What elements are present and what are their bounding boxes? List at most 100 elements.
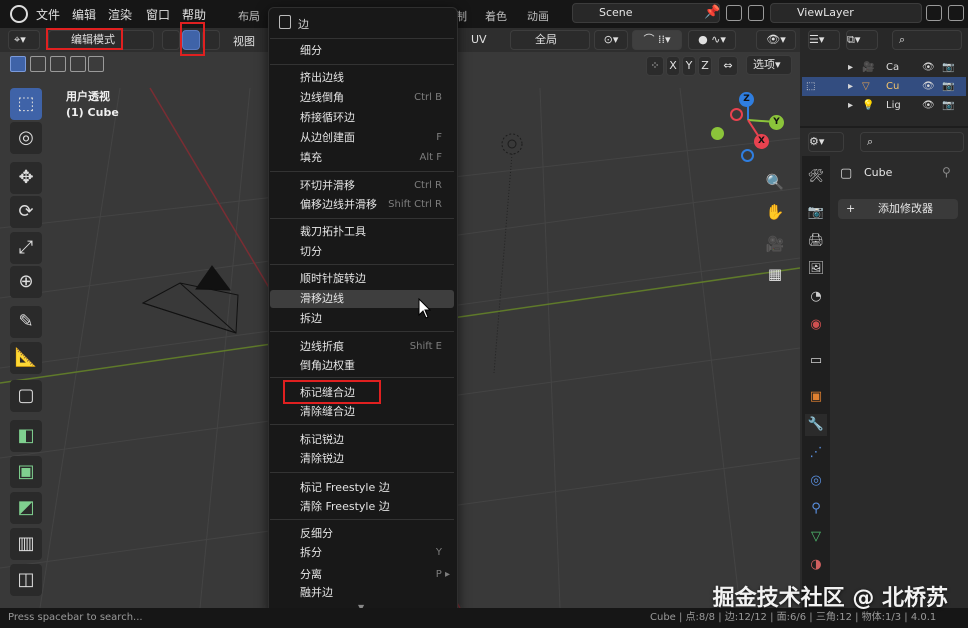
delete-scene-icon[interactable] [748, 5, 764, 21]
gizmo-y-axis[interactable]: Y [769, 115, 784, 130]
menu-file[interactable]: 文件 [36, 6, 60, 23]
outliner-item-camera[interactable]: ▸ 🎥 Ca 👁 📷 [802, 58, 966, 77]
pin-icon[interactable]: 📌 [704, 5, 720, 20]
menu-item-clear-sharp[interactable]: 清除锐边 [270, 450, 454, 468]
menu-item-bevel-weight[interactable]: 倒角边权重 [270, 357, 454, 375]
select-box-tool[interactable]: ⬚ [10, 88, 42, 120]
menu-item-new-face-from-edges[interactable]: 从边创建面 F [270, 129, 454, 147]
transform-tool[interactable]: ⊕ [10, 266, 42, 298]
add-cube-tool[interactable]: ▢ [10, 380, 42, 412]
knife-tool[interactable]: ◫ [10, 564, 42, 596]
output-tab-icon[interactable]: 🖨 [805, 230, 827, 252]
scene-selector[interactable]: Scene [572, 3, 720, 23]
gizmo-neg-x-axis[interactable] [730, 108, 743, 121]
loop-cut-tool[interactable]: ▥ [10, 528, 42, 560]
outliner-item-light[interactable]: ▸ 💡 Lig 👁 📷 [802, 96, 966, 115]
camera-view-icon[interactable]: 🎥 [763, 232, 787, 256]
menu-window[interactable]: 窗口 [146, 6, 170, 23]
properties-pin-icon[interactable]: ⚲ [942, 165, 951, 179]
outliner-editor-type[interactable]: ☰▾ [808, 30, 840, 50]
render-camera-icon[interactable]: 📷 [942, 77, 954, 96]
editor-type-button[interactable]: ⌖▾ [8, 30, 40, 50]
options-button[interactable]: 选项▾ [746, 55, 792, 75]
modifier-tab-icon[interactable]: 🔧 [805, 414, 827, 436]
menu-item-edge-crease[interactable]: 边线折痕 Shift E [270, 338, 454, 356]
menu-render[interactable]: 渲染 [108, 6, 132, 23]
new-scene-icon[interactable] [726, 5, 742, 21]
rotate-tool[interactable]: ⟳ [10, 196, 42, 228]
select-intersect-button[interactable] [88, 56, 104, 72]
pivot-point-button[interactable]: ⊙▾ [594, 30, 628, 50]
tool-tab-icon[interactable]: 🛠 [805, 166, 827, 188]
gizmo-neg-z-axis[interactable] [741, 149, 754, 162]
add-modifier-button[interactable]: + 添加修改器 [838, 199, 958, 219]
menu-item-separate[interactable]: 分离 P ▸ [270, 566, 454, 584]
properties-editor-type[interactable]: ⚙▾ [808, 132, 844, 152]
extrude-tool[interactable]: ◧ [10, 420, 42, 452]
uv-menu[interactable]: UV [471, 33, 487, 46]
menu-item-bisect[interactable]: 切分 [270, 243, 454, 261]
tab-layout[interactable]: 布局 [238, 8, 260, 24]
menu-edit[interactable]: 编辑 [72, 6, 96, 23]
visibility-eye-icon[interactable]: 👁 [922, 77, 935, 96]
view-layer-tab-icon[interactable]: 🖼 [805, 258, 827, 280]
tab-animation[interactable]: 动画 [527, 8, 549, 24]
menu-item-clear-seam[interactable]: 清除缝合边 [270, 403, 454, 421]
menu-item-subdivide[interactable]: 细分 [270, 42, 454, 60]
properties-search-input[interactable]: ⌕ [860, 132, 964, 152]
gizmo-neg-y-axis[interactable] [711, 127, 724, 140]
new-viewlayer-icon[interactable] [926, 5, 942, 21]
proportional-edit-toggle[interactable]: ● ∿▾ [688, 30, 736, 50]
measure-tool[interactable]: 📐 [10, 342, 42, 374]
auto-merge-icon[interactable]: ⇔ [718, 56, 738, 76]
viewlayer-selector[interactable]: ViewLayer [770, 3, 922, 23]
transform-orientation-selector[interactable]: 全局 [510, 30, 590, 50]
move-tool[interactable]: ✥ [10, 162, 42, 194]
select-new-button[interactable] [10, 56, 26, 72]
visibility-eye-icon[interactable]: 👁 [922, 58, 935, 77]
menu-item-clear-freestyle-edge[interactable]: 清除 Freestyle 边 [270, 498, 454, 516]
menu-item-bridge-edge-loops[interactable]: 桥接循环边 [270, 109, 454, 127]
outliner-display-mode[interactable]: ⧉▾ [846, 30, 878, 50]
menu-item-fill[interactable]: 填充 Alt F [270, 149, 454, 167]
select-subtract-button[interactable] [50, 56, 66, 72]
object-tab-icon[interactable]: ▣ [805, 386, 827, 408]
material-tab-icon[interactable]: ◑ [805, 554, 827, 576]
menu-item-offset-edge-slide[interactable]: 偏移边线并滑移 Shift Ctrl R [270, 196, 454, 214]
zoom-icon[interactable]: 🔍 [763, 170, 787, 194]
select-extend-button[interactable] [30, 56, 46, 72]
scene-tab-icon[interactable]: ◔ [805, 286, 827, 308]
tab-shading[interactable]: 着色 [485, 8, 507, 24]
outliner-search-input[interactable]: ⌕ [892, 30, 962, 50]
scale-tool[interactable]: ⤢ [10, 232, 42, 264]
data-tab-icon[interactable]: ▽ [805, 526, 827, 548]
menu-help[interactable]: 帮助 [182, 6, 206, 23]
pan-hand-icon[interactable]: ✋ [763, 200, 787, 224]
outliner-item-cube[interactable]: ⬚ ▸ ▽ Cu 👁 📷 [802, 77, 966, 96]
menu-item-dissolve-edges[interactable]: 融并边 [270, 584, 454, 602]
viewport-visibility-button[interactable]: 👁▾ [756, 30, 796, 50]
delete-viewlayer-icon[interactable] [948, 5, 964, 21]
select-invert-button[interactable] [70, 56, 86, 72]
mirror-toggle-icon[interactable]: ⁘ [646, 56, 664, 76]
bevel-tool[interactable]: ◩ [10, 492, 42, 524]
menu-item-un-subdivide[interactable]: 反细分 [270, 525, 454, 543]
menu-item-knife-topology[interactable]: 裁刀拓扑工具 [270, 223, 454, 241]
vertex-select-button[interactable] [162, 30, 180, 50]
constraints-tab-icon[interactable]: ⚲ [805, 498, 827, 520]
gizmo-z-axis[interactable]: Z [739, 92, 754, 107]
physics-tab-icon[interactable]: ◎ [805, 470, 827, 492]
perspective-toggle-icon[interactable]: ▦ [763, 262, 787, 286]
menu-item-mark-freestyle-edge[interactable]: 标记 Freestyle 边 [270, 479, 454, 497]
inset-tool[interactable]: ▣ [10, 456, 42, 488]
particles-tab-icon[interactable]: ⋰ [805, 442, 827, 464]
menu-item-loop-cut-slide[interactable]: 环切并滑移 Ctrl R [270, 177, 454, 195]
axis-y-toggle[interactable]: Y [682, 56, 696, 76]
world-tab-icon[interactable]: ◉ [805, 314, 827, 336]
menu-item-extrude-edges[interactable]: 挤出边线 [270, 69, 454, 87]
snap-toggle[interactable]: ⌒ ⁞⁞▾ [632, 30, 682, 50]
annotate-tool[interactable]: ✎ [10, 306, 42, 338]
blender-logo-icon[interactable] [10, 5, 28, 23]
render-camera-icon[interactable]: 📷 [942, 58, 954, 77]
menu-item-mark-sharp[interactable]: 标记锐边 [270, 431, 454, 449]
